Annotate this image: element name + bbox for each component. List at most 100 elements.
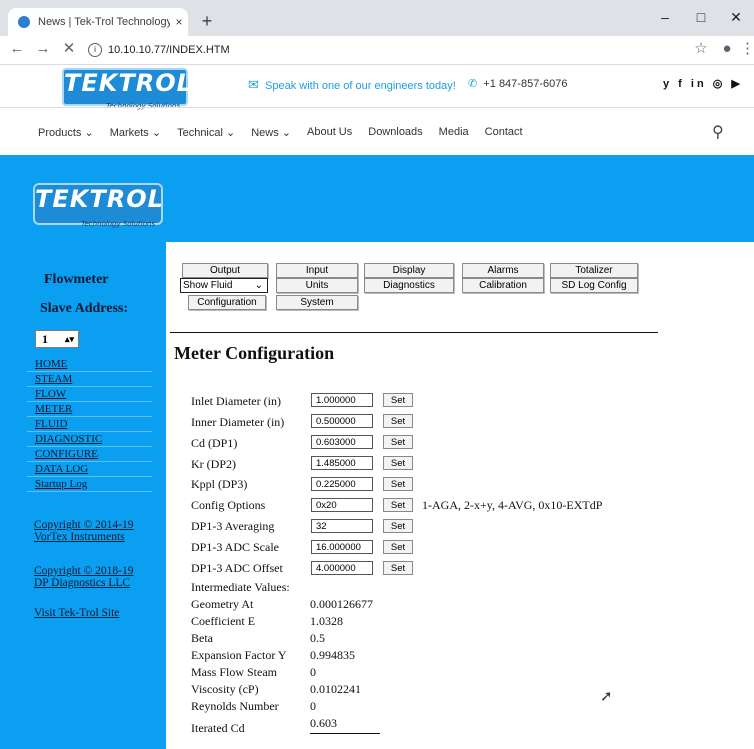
menu-markets[interactable]: Markets ⌄ bbox=[110, 126, 161, 142]
speak-link[interactable]: ✉ Speak with one of our engineers today! bbox=[248, 77, 456, 93]
info-icon[interactable]: i bbox=[88, 43, 102, 58]
beta-value: 0.5 bbox=[310, 631, 325, 645]
config-options-input[interactable]: 0x20 bbox=[311, 498, 373, 512]
url-field[interactable]: i 10.10.10.77/INDEX.HTM bbox=[88, 40, 648, 60]
dp-adc-offset-input[interactable]: 4.000000 bbox=[311, 561, 373, 575]
kppl-dp3-input[interactable]: 0.225000 bbox=[311, 477, 373, 491]
url-text: 10.10.10.77/INDEX.HTM bbox=[108, 44, 230, 56]
config-options-note: 1-AGA, 2-x+y, 4-AVG, 0x10-EXTdP bbox=[422, 498, 603, 512]
sidebar-item-data-log[interactable]: DATA LOG bbox=[27, 462, 152, 477]
menu-media[interactable]: Media bbox=[439, 126, 469, 142]
diagnostics-button[interactable]: Diagnostics bbox=[364, 278, 454, 293]
cd-dp1-input[interactable]: 0.603000 bbox=[311, 435, 373, 449]
header-divider bbox=[0, 107, 754, 108]
copyright-vortex-line2: VorTex Instruments bbox=[34, 531, 125, 543]
search-icon[interactable]: ⚲ bbox=[712, 122, 724, 142]
calibration-button[interactable]: Calibration bbox=[462, 278, 544, 293]
copyright-vortex[interactable]: Copyright © 2014-19 VorTex Instruments bbox=[34, 519, 133, 543]
intermediate-label: Expansion Factor Y bbox=[191, 648, 287, 662]
coefficient-e-value: 1.0328 bbox=[310, 614, 343, 628]
dp-adc-scale-input[interactable]: 16.000000 bbox=[311, 540, 373, 554]
banner-logo-text: TEKTROL bbox=[35, 185, 164, 213]
set-button[interactable]: Set bbox=[383, 393, 413, 407]
inlet-diameter-input[interactable]: 1.000000 bbox=[311, 393, 373, 407]
set-button[interactable]: Set bbox=[383, 414, 413, 428]
speak-text: Speak with one of our engineers today! bbox=[265, 80, 456, 92]
copyright-vortex-line1: Copyright © 2014-19 bbox=[34, 519, 134, 531]
menu-more-icon[interactable]: ⋮ bbox=[740, 38, 754, 60]
social-icons[interactable]: y f in ◎ ▶ bbox=[663, 77, 743, 90]
input-button[interactable]: Input bbox=[276, 263, 358, 278]
output-button[interactable]: Output bbox=[182, 263, 268, 278]
kr-dp2-input[interactable]: 1.485000 bbox=[311, 456, 373, 470]
menu-technical[interactable]: Technical ⌄ bbox=[177, 126, 235, 142]
forward-icon[interactable]: → bbox=[32, 38, 54, 60]
new-tab-button[interactable]: + bbox=[196, 10, 218, 32]
banner-logo: TEKTROL Technology Solutions bbox=[33, 183, 164, 228]
phone-link[interactable]: ✆ +1 847-857-6076 bbox=[468, 77, 567, 90]
main-menu: Products ⌄ Markets ⌄ Technical ⌄ News ⌄ … bbox=[38, 126, 523, 142]
account-icon[interactable]: ● bbox=[716, 38, 738, 60]
menu-products[interactable]: Products ⌄ bbox=[38, 126, 94, 142]
set-button[interactable]: Set bbox=[383, 561, 413, 575]
sidebar-item-startup-log[interactable]: Startup Log bbox=[27, 477, 152, 492]
field-label: Inner Diameter (in) bbox=[191, 415, 285, 429]
menu-downloads[interactable]: Downloads bbox=[368, 126, 422, 142]
fluid-select[interactable]: Show Fluid ⌄ bbox=[180, 278, 268, 293]
sidebar-item-diagnostic[interactable]: DIAGNOSTIC bbox=[27, 432, 152, 447]
set-button[interactable]: Set bbox=[383, 540, 413, 554]
set-button[interactable]: Set bbox=[383, 498, 413, 512]
set-button[interactable]: Set bbox=[383, 456, 413, 470]
minimize-button[interactable]: – bbox=[647, 6, 683, 28]
sidebar-nav: HOME STEAM FLOW METER FLUID DIAGNOSTIC C… bbox=[27, 357, 152, 492]
units-button[interactable]: Units bbox=[276, 278, 358, 293]
field-label: DP1-3 ADC Offset bbox=[191, 561, 283, 575]
field-label: DP1-3 ADC Scale bbox=[191, 540, 279, 554]
mouse-cursor-icon: ➚ bbox=[600, 688, 613, 705]
browser-tab[interactable]: News | Tek-Trol Technology Solut × bbox=[8, 8, 188, 36]
intermediate-label: Mass Flow Steam bbox=[191, 665, 278, 679]
field-label: DP1-3 Averaging bbox=[191, 519, 275, 533]
menu-news[interactable]: News ⌄ bbox=[251, 126, 291, 142]
set-button[interactable]: Set bbox=[383, 477, 413, 491]
expansion-factor-value: 0.994835 bbox=[310, 648, 355, 662]
display-button[interactable]: Display bbox=[364, 263, 454, 278]
visit-tektrol-link[interactable]: Visit Tek-Trol Site bbox=[34, 607, 119, 619]
sidebar-item-home[interactable]: HOME bbox=[27, 357, 152, 372]
maximize-button[interactable]: □ bbox=[683, 6, 719, 28]
intermediate-label: Coefficient E bbox=[191, 614, 256, 628]
set-button[interactable]: Set bbox=[383, 435, 413, 449]
system-button[interactable]: System bbox=[276, 295, 358, 310]
sidebar-item-fluid[interactable]: FLUID bbox=[27, 417, 152, 432]
chevron-down-icon: ⌄ bbox=[254, 280, 263, 291]
sidebar-item-flow[interactable]: FLOW bbox=[27, 387, 152, 402]
page-title: Meter Configuration bbox=[174, 343, 335, 363]
slave-address-stepper[interactable]: 1 ▴▾ bbox=[35, 330, 79, 348]
stop-icon[interactable]: ✕ bbox=[58, 38, 80, 60]
sidebar-item-meter[interactable]: METER bbox=[27, 402, 152, 417]
slave-address-label: Slave Address: bbox=[40, 301, 129, 316]
intermediate-label: Geometry At bbox=[191, 597, 254, 611]
alarms-button[interactable]: Alarms bbox=[462, 263, 544, 278]
stepper-arrows-icon[interactable]: ▴▾ bbox=[65, 331, 74, 347]
inner-diameter-input[interactable]: 0.500000 bbox=[311, 414, 373, 428]
dp-averaging-input[interactable]: 32 bbox=[311, 519, 373, 533]
phone-icon: ✆ bbox=[468, 78, 478, 90]
sidebar-item-steam[interactable]: STEAM bbox=[27, 372, 152, 387]
menu-contact[interactable]: Contact bbox=[485, 126, 523, 142]
totalizer-button[interactable]: Totalizer bbox=[550, 263, 638, 278]
sidebar-item-configure[interactable]: CONFIGURE bbox=[27, 447, 152, 462]
bookmark-star-icon[interactable]: ☆ bbox=[690, 38, 712, 60]
configuration-button[interactable]: Configuration bbox=[188, 295, 266, 310]
intermediate-label: Viscosity (cP) bbox=[191, 682, 259, 696]
set-button[interactable]: Set bbox=[383, 519, 413, 533]
menu-about-us[interactable]: About Us bbox=[307, 126, 352, 142]
copyright-dp-diagnostics[interactable]: Copyright © 2018-19 DP Diagnostics LLC bbox=[34, 565, 133, 589]
tab-close-icon[interactable]: × bbox=[170, 15, 188, 29]
tektrol-logo[interactable]: TEKTROL Technology Solutions bbox=[62, 68, 192, 110]
geometry-at-value: 0.000126677 bbox=[310, 597, 373, 611]
intermediate-title: Intermediate Values: bbox=[191, 580, 290, 594]
sd-log-config-button[interactable]: SD Log Config bbox=[550, 278, 638, 293]
back-icon[interactable]: ← bbox=[6, 38, 28, 60]
close-window-button[interactable]: ✕ bbox=[718, 6, 754, 28]
